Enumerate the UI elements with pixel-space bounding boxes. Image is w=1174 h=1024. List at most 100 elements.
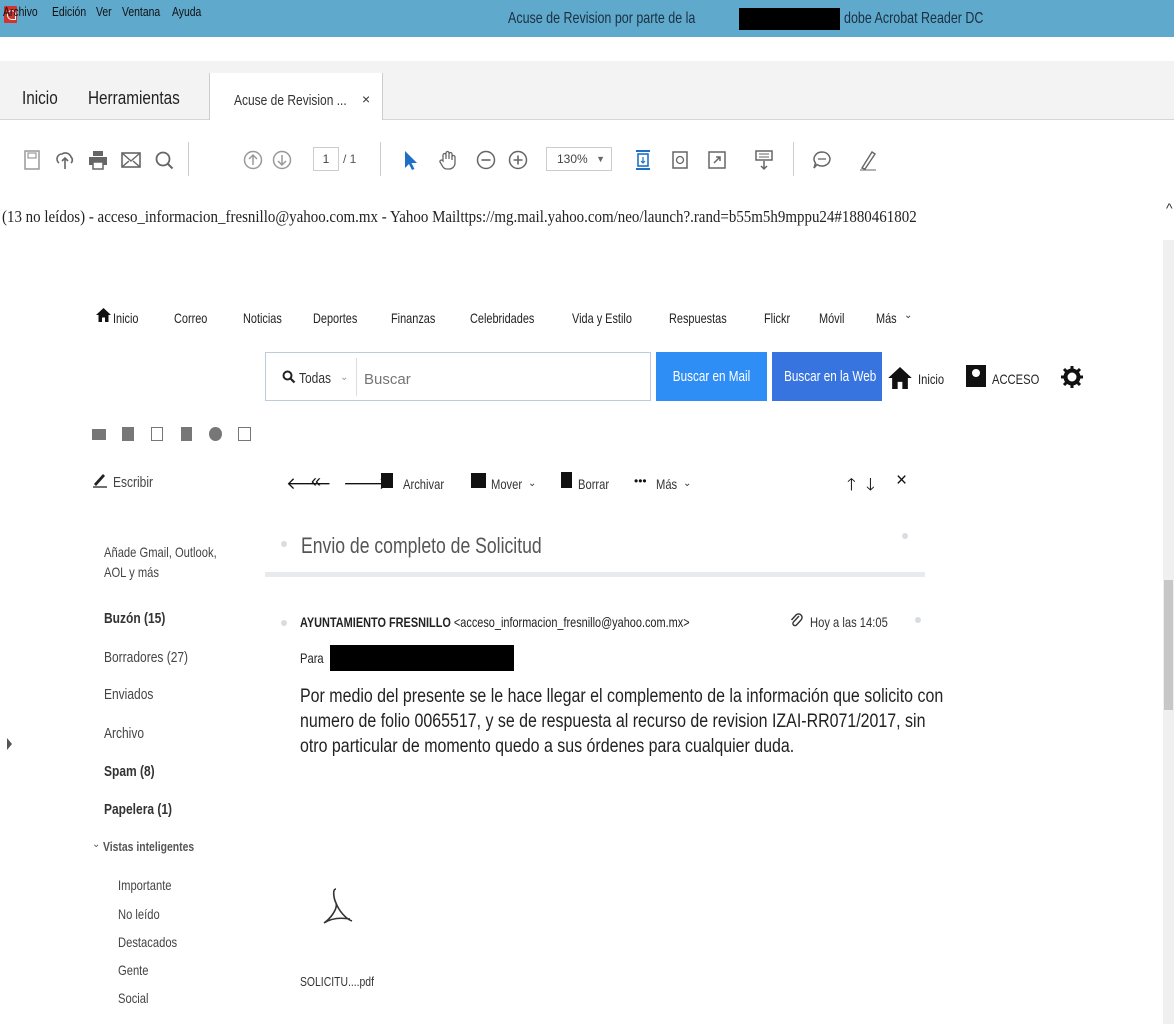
recipient-redaction [330, 645, 514, 671]
nav-inicio[interactable]: Inicio [113, 310, 138, 326]
chevron-down-icon: ⌄ [904, 310, 913, 321]
upload-cloud-icon[interactable] [53, 148, 77, 172]
add-accounts-line2[interactable]: AOL y más [104, 564, 159, 580]
nav-respuestas[interactable]: Respuestas [669, 310, 727, 326]
tab-inicio[interactable]: Inicio [22, 88, 58, 109]
home-icon[interactable] [96, 308, 111, 327]
search-input[interactable] [362, 366, 646, 392]
nav-deportes[interactable]: Deportes [313, 310, 357, 326]
attachment-filename[interactable]: SOLICITU....pdf [300, 974, 374, 989]
scrollbar-thumb[interactable] [1164, 580, 1173, 710]
nav-movil[interactable]: Móvil [819, 310, 844, 326]
menu-ventana[interactable]: Ventana [122, 4, 160, 19]
news-feed-icon[interactable] [238, 427, 251, 441]
menu-archivo[interactable]: Archivo [3, 4, 38, 19]
folder-inbox[interactable]: Buzón (15) [104, 610, 165, 627]
nav-vida-y-estilo[interactable]: Vida y Estilo [572, 310, 632, 326]
nav-correo[interactable]: Correo [174, 310, 207, 326]
search-web-button[interactable]: Buscar en la Web [772, 352, 882, 401]
avatar-icon[interactable] [966, 365, 986, 387]
message-sender[interactable]: AYUNTAMIENTO FRESNILLO <acceso_informaci… [300, 614, 690, 630]
menu-ver[interactable]: Ver [96, 4, 112, 19]
smart-view-unread[interactable]: No leído [118, 906, 160, 922]
gear-icon[interactable] [1060, 365, 1084, 394]
reply-all-icon[interactable]: « [311, 471, 321, 492]
toolbar-divider [380, 142, 381, 176]
smart-view-important[interactable]: Importante [118, 877, 172, 893]
messenger-icon[interactable] [209, 427, 222, 441]
previous-message-icon[interactable]: 🡑 [847, 472, 856, 501]
folder-archive[interactable]: Archivo [104, 725, 144, 742]
next-message-icon[interactable]: 🡓 [866, 472, 875, 501]
search-mail-button[interactable]: Buscar en Mail [656, 352, 767, 401]
move-folder-icon[interactable] [471, 473, 486, 488]
nav-finanzas[interactable]: Finanzas [391, 310, 435, 326]
chevron-down-icon[interactable]: ⌄ [92, 839, 100, 850]
compose-pen-icon [92, 472, 108, 493]
trash-icon[interactable] [561, 472, 572, 488]
page-number-input[interactable]: 1 [313, 147, 339, 171]
more-button[interactable]: Más [656, 476, 677, 492]
next-page-icon[interactable] [270, 148, 294, 172]
attachment-paperclip-icon [789, 612, 803, 633]
chevron-down-icon: ▼ [596, 154, 605, 164]
folder-drafts[interactable]: Borradores (27) [104, 649, 188, 666]
expand-panel-icon[interactable] [7, 738, 12, 750]
nav-flickr[interactable]: Flickr [764, 310, 790, 326]
calendar-icon[interactable] [151, 427, 163, 441]
compose-button[interactable]: Escribir [113, 474, 153, 491]
zoom-select[interactable]: 130% ▼ [546, 147, 612, 171]
menu-bar [0, 37, 1174, 61]
folder-trash[interactable]: Papelera (1) [104, 801, 172, 818]
previous-page-icon[interactable] [241, 148, 265, 172]
nav-noticias[interactable]: Noticias [243, 310, 282, 326]
sign-pen-icon[interactable] [856, 148, 880, 172]
close-icon[interactable]: × [896, 470, 907, 492]
search-icon[interactable] [152, 148, 176, 172]
smart-view-people[interactable]: Gente [118, 962, 149, 978]
menu-edicion[interactable]: Edición [52, 4, 86, 19]
reply-icon[interactable]: 🡐 [286, 474, 332, 494]
zoom-in-icon[interactable] [506, 148, 530, 172]
smart-view-starred[interactable]: Destacados [118, 934, 177, 950]
header-inicio-link[interactable]: Inicio [918, 371, 944, 387]
rotate-page-icon[interactable] [668, 148, 692, 172]
read-mode-icon[interactable] [752, 148, 776, 172]
notepad-icon[interactable] [181, 427, 192, 441]
tab-close-icon[interactable]: × [362, 91, 370, 107]
search-scope-dropdown[interactable]: Todas [299, 370, 331, 387]
add-accounts-line1[interactable]: Añade Gmail, Outlook, [104, 544, 217, 560]
nav-celebridades[interactable]: Celebridades [470, 310, 534, 326]
select-cursor-icon[interactable] [398, 148, 422, 172]
email-icon[interactable] [119, 148, 143, 172]
print-icon[interactable] [86, 148, 110, 172]
message-star-icon[interactable] [915, 617, 921, 623]
account-name[interactable]: ACCESO [992, 371, 1039, 387]
archive-button[interactable]: Archivar [403, 476, 444, 492]
pdf-file-icon[interactable] [320, 885, 354, 934]
hand-tool-icon[interactable] [436, 148, 460, 172]
contacts-icon[interactable] [122, 427, 134, 441]
folder-sent[interactable]: Enviados [104, 686, 153, 703]
menu-ayuda[interactable]: Ayuda [172, 4, 201, 19]
archive-icon[interactable] [381, 473, 393, 488]
move-button[interactable]: Mover [491, 476, 522, 492]
home-icon[interactable] [888, 367, 912, 394]
zoom-out-icon[interactable] [474, 148, 498, 172]
toolbar-divider [793, 142, 794, 176]
nav-mas[interactable]: Más [876, 310, 897, 326]
folder-spam[interactable]: Spam (8) [104, 763, 155, 780]
delete-button[interactable]: Borrar [578, 476, 609, 492]
smart-views-toggle[interactable]: Vistas inteligentes [103, 839, 194, 854]
sender-email: <acceso_informacion_fresnillo@yahoo.com.… [453, 614, 690, 630]
full-screen-icon[interactable] [705, 148, 729, 172]
fit-page-icon[interactable] [631, 148, 655, 172]
smart-view-social[interactable]: Social [118, 990, 149, 1006]
tab-herramientas[interactable]: Herramientas [88, 88, 180, 109]
window-title-app: dobe Acrobat Reader DC [844, 10, 984, 27]
scroll-up-icon[interactable]: ^ [1166, 200, 1173, 216]
comment-icon[interactable] [810, 148, 834, 172]
subject-star-icon[interactable] [902, 533, 908, 539]
mail-icon[interactable] [92, 429, 106, 440]
save-icon[interactable] [20, 148, 44, 172]
